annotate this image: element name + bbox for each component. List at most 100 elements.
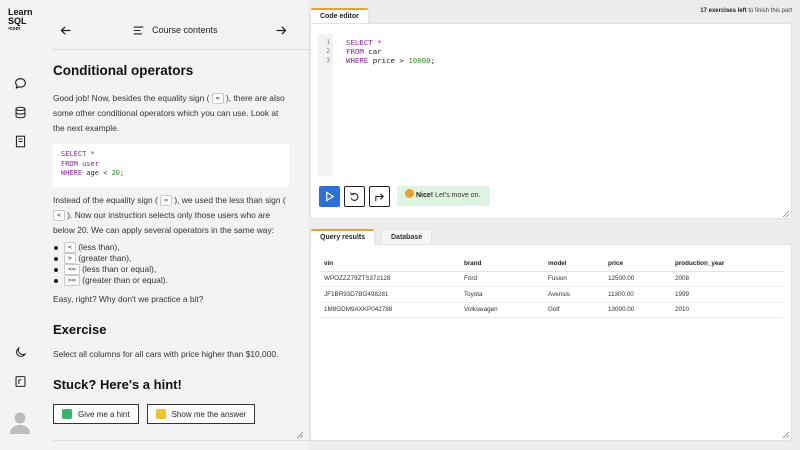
table-cell: Fusion	[544, 271, 604, 287]
line-number: 2	[326, 48, 330, 55]
reset-icon	[349, 192, 359, 201]
table-cell: Volkswagen	[460, 302, 544, 318]
code-token: ;	[430, 56, 436, 65]
code-token: SELECT *	[346, 38, 382, 47]
table-cell: 11300.00	[604, 286, 671, 303]
inline-code: <=	[64, 264, 80, 275]
column-header: production_year	[671, 256, 783, 272]
list-item-text: (less than),	[78, 242, 120, 252]
list-item: <= (less than or equal),	[53, 264, 289, 275]
table-header-row: vin brand model price production_year	[320, 256, 783, 272]
tab-code-editor[interactable]: Code editor	[310, 8, 369, 24]
exercises-count: 17 exercises left	[700, 8, 747, 14]
lesson-paragraph-2: Instead of the equality sign ( = ), we u…	[53, 193, 289, 238]
lesson-closing: Easy, right? Why don't we practice a bit…	[53, 294, 204, 304]
next-exercise-button[interactable]	[369, 186, 390, 207]
list-item: >= (greater than or equal).	[53, 275, 289, 286]
database-icon[interactable]	[13, 105, 27, 119]
exercises-suffix: to finish this part	[748, 8, 792, 14]
line-number: 1	[326, 39, 330, 46]
exercise-heading: Exercise	[53, 322, 107, 337]
table-cell: Toyota	[460, 286, 544, 303]
logo[interactable]: Learn SQL •com	[8, 8, 36, 33]
left-rail: Learn SQL •com	[0, 0, 40, 450]
example-code-block: SELECT * FROM user WHERE age < 20;	[53, 144, 289, 187]
code-line: WHERE age < 20;	[61, 169, 281, 179]
sql-editor-input[interactable]: SELECT * FROM car WHERE price > 10000;	[346, 38, 435, 65]
column-header: price	[604, 256, 671, 272]
instructions-panel: Course contents Conditional operators Go…	[40, 0, 315, 450]
inline-code: <	[64, 242, 76, 253]
table-cell: WPOZZZ79ZTS372128	[320, 271, 460, 287]
table-row: 1M8GDM9AXKP042788 Volkswagen Golf 13000.…	[320, 302, 783, 318]
exercises-left: 17 exercises left to finish this part	[700, 8, 792, 14]
play-icon	[326, 191, 335, 202]
code-token: age <	[82, 169, 112, 177]
table-row: WPOZZZ79ZTS372128 Ford Fusion 12500.00 2…	[320, 271, 783, 287]
run-query-button[interactable]	[319, 186, 340, 207]
code-line-text: WHERE age < 20;	[61, 169, 124, 177]
code-token: WHERE	[61, 169, 83, 177]
p2-text-1: Instead of the equality sign (	[53, 195, 158, 205]
give-hint-button[interactable]: Give me a hint	[53, 404, 139, 424]
code-token: ;	[120, 169, 125, 177]
hint-buttons: Give me a hint Show me the answer	[53, 404, 289, 424]
lesson-content: Conditional operators Good job! Now, bes…	[53, 62, 289, 424]
resize-handle-icon[interactable]	[297, 432, 303, 438]
table-cell: Avensis	[544, 286, 604, 303]
menu-icon	[133, 26, 144, 34]
chat-icon[interactable]	[13, 76, 27, 90]
course-navbar: Course contents	[53, 10, 315, 50]
code-token: WHERE	[346, 56, 369, 65]
reset-code-button[interactable]	[344, 186, 365, 207]
tab-query-results[interactable]: Query results	[310, 229, 376, 245]
tab-database[interactable]: Database	[381, 229, 433, 245]
table-row: JF1BR93D7BG498281 Toyota Avensis 11300.0…	[320, 286, 783, 303]
course-contents-label: Course contents	[152, 25, 218, 35]
course-contents-button[interactable]: Course contents	[133, 22, 218, 38]
lightbulb-icon	[62, 409, 72, 419]
check-icon	[155, 409, 166, 419]
panel-divider	[53, 440, 315, 441]
code-line: FROM user	[61, 159, 99, 168]
feedback-text: Let's move on.	[435, 192, 481, 199]
code-token: FROM	[346, 47, 364, 56]
inline-code: <	[53, 210, 65, 221]
notes-icon[interactable]	[13, 374, 27, 388]
intro-text-1: Good job! Now, besides the equality sign…	[53, 93, 210, 103]
column-header: model	[544, 256, 604, 272]
feedback-bold: Nice!	[416, 192, 434, 199]
table-cell: 12500.00	[604, 271, 671, 287]
p2-text-2: ), we used the less than sign (	[174, 195, 286, 205]
moon-icon[interactable]	[13, 345, 27, 359]
redo-icon	[375, 193, 384, 202]
lesson-intro: Good job! Now, besides the equality sign…	[53, 91, 289, 136]
exercise-text: Select all columns for all cars with pri…	[53, 349, 279, 359]
hint-heading: Stuck? Here's a hint!	[53, 377, 182, 392]
column-header: brand	[460, 256, 544, 272]
arrow-left-icon[interactable]	[57, 22, 73, 38]
book-icon[interactable]	[13, 134, 27, 148]
table-cell: 1999	[671, 286, 783, 303]
column-header: vin	[320, 256, 460, 272]
arrow-right-icon[interactable]	[273, 22, 289, 38]
smile-icon	[405, 189, 414, 198]
code-token: 20	[111, 169, 121, 177]
results-table: vin brand model price production_year WP…	[320, 256, 783, 318]
logo-line-3: •com	[8, 26, 21, 32]
table-cell: 2008	[671, 271, 783, 287]
table-cell: 2010	[671, 302, 783, 318]
table-cell: Ford	[460, 271, 544, 287]
table-cell: JF1BR93D7BG498281	[320, 286, 460, 303]
logo-line-2: SQL	[8, 16, 27, 26]
inline-code: =	[160, 195, 173, 206]
inline-code: =	[211, 93, 224, 104]
operators-list: < (less than), > (greater than), <= (les…	[53, 242, 289, 286]
resize-handle-icon[interactable]	[783, 432, 789, 438]
show-answer-button[interactable]: Show me the answer	[146, 404, 256, 424]
inline-code: >=	[64, 275, 80, 286]
avatar[interactable]	[10, 410, 30, 434]
p2-text-3: ). Now our instruction selects only thos…	[53, 210, 274, 235]
show-answer-label: Show me the answer	[171, 409, 247, 419]
resize-handle-icon[interactable]	[783, 211, 789, 217]
